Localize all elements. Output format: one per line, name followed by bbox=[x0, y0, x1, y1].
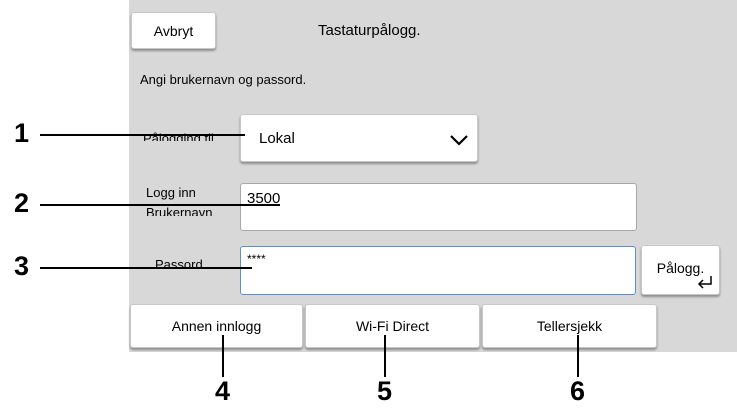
callout-line-2 bbox=[40, 204, 280, 206]
login-panel bbox=[129, 0, 737, 352]
cancel-button[interactable]: Avbryt bbox=[131, 12, 216, 49]
counter-check-button[interactable]: Tellersjekk bbox=[482, 304, 657, 348]
chevron-down-icon bbox=[450, 135, 468, 146]
other-login-button[interactable]: Annen innlogg bbox=[130, 304, 303, 348]
callout-number-6: 6 bbox=[570, 376, 586, 406]
username-label-line1: Logg inn bbox=[146, 185, 196, 200]
username-field[interactable]: 3500 bbox=[240, 183, 637, 231]
callout-number-5: 5 bbox=[377, 376, 393, 406]
login-to-value: Lokal bbox=[259, 129, 295, 147]
username-label-line2: Brukernavn bbox=[146, 206, 213, 216]
callout-number-4: 4 bbox=[215, 376, 231, 406]
login-button-label: Pålogg. bbox=[656, 260, 705, 276]
login-button[interactable]: Pålogg. bbox=[641, 245, 720, 295]
callout-line-5 bbox=[384, 335, 386, 377]
password-label: Passord bbox=[155, 257, 203, 272]
enter-icon bbox=[697, 276, 712, 289]
callout-number-2: 2 bbox=[14, 188, 30, 218]
page-title: Tastaturpålogg. bbox=[318, 22, 421, 39]
callout-line-3 bbox=[40, 267, 252, 269]
instruction-text: Angi brukernavn og passord. bbox=[140, 72, 307, 87]
wifi-direct-button[interactable]: Wi-Fi Direct bbox=[305, 304, 480, 348]
callout-line-4 bbox=[222, 335, 224, 377]
callout-line-6 bbox=[577, 335, 579, 377]
password-field[interactable]: **** bbox=[240, 246, 636, 295]
callout-line-1 bbox=[40, 134, 245, 136]
callout-number-1: 1 bbox=[14, 118, 30, 148]
callout-number-3: 3 bbox=[14, 251, 30, 281]
login-to-select[interactable]: Lokal bbox=[240, 114, 478, 162]
